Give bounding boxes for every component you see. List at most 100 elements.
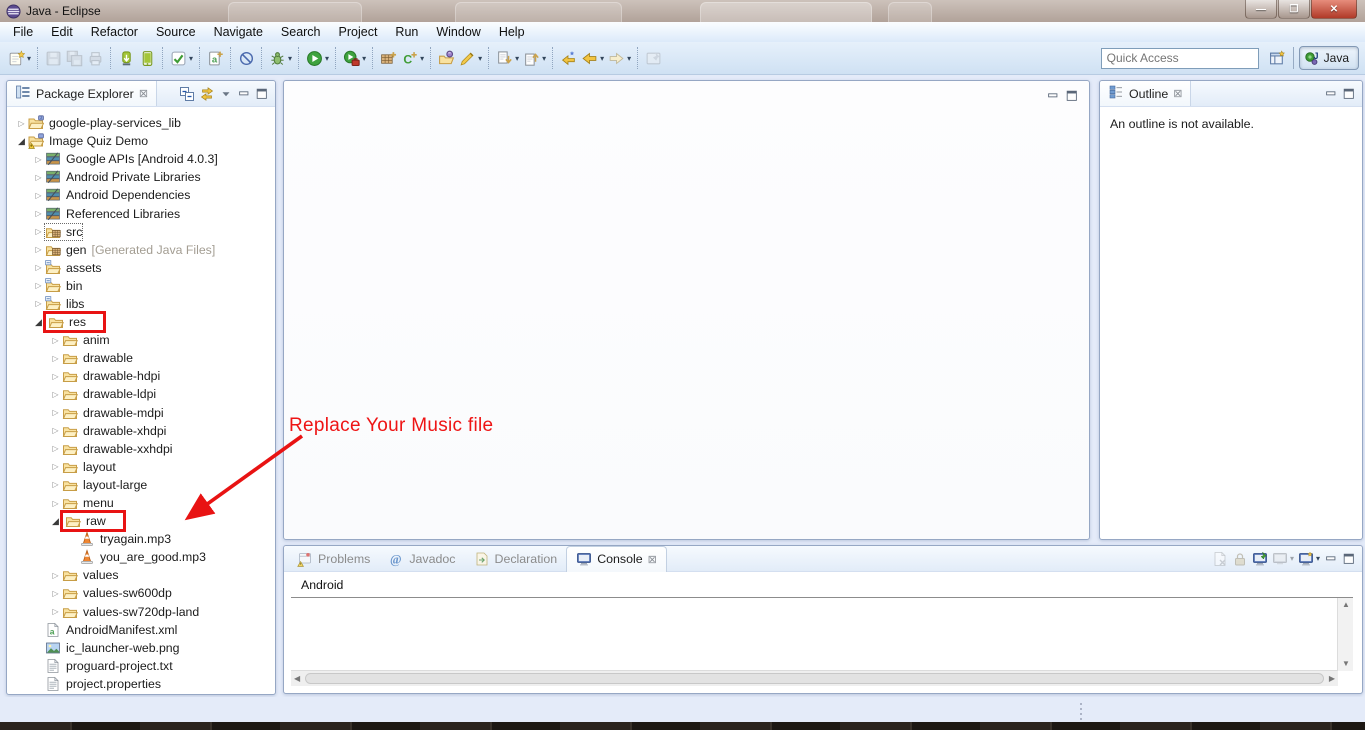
last-edit-location-button[interactable] [558,48,579,69]
back-button[interactable]: ▾ [579,48,606,69]
clear-console-button[interactable] [1212,551,1228,567]
dropdown-arrow-icon[interactable]: ▾ [325,54,329,63]
android-virtual-device-manager-button[interactable] [137,48,158,69]
tree-item-ic-launcher-web-png[interactable]: ic_launcher-web.png [7,639,275,657]
expand-icon[interactable]: ▷ [32,155,45,164]
menu-file[interactable]: File [4,23,42,41]
maximize-button[interactable] [1065,89,1079,103]
tree-item-android-dependencies[interactable]: ▷Android Dependencies [7,186,275,204]
tree-item-values[interactable]: ▷values [7,566,275,584]
tree-item-layout-large[interactable]: ▷layout-large [7,476,275,494]
scroll-right-icon[interactable]: ▶ [1329,675,1335,683]
menu-refactor[interactable]: Refactor [82,23,147,41]
dropdown-arrow-icon[interactable]: ▾ [627,54,631,63]
minimize-button[interactable] [237,87,251,101]
tree-item-google-apis-android-4-0-3-[interactable]: ▷Google APIs [Android 4.0.3] [7,150,275,168]
save-button[interactable] [43,48,64,69]
display-console-button[interactable]: ▾ [1272,551,1294,567]
tree-item-values-sw600dp[interactable]: ▷values-sw600dp [7,584,275,602]
quick-access-input[interactable] [1101,48,1259,69]
expand-icon[interactable]: ▷ [49,390,62,399]
tab-package-explorer[interactable]: Package Explorer ⊠ [7,81,157,106]
tree-item-project-properties[interactable]: project.properties [7,675,275,693]
tree-item-drawable-xxhdpi[interactable]: ▷drawable-xxhdpi [7,440,275,458]
tree-item-google-play-services-lib[interactable]: ▷Jgoogle-play-services_lib [7,114,275,132]
view-menu-button[interactable] [219,87,233,101]
menu-project[interactable]: Project [330,23,387,41]
dropdown-arrow-icon[interactable]: ▾ [478,54,482,63]
print-button[interactable] [85,48,106,69]
expand-icon[interactable]: ▷ [32,209,45,218]
expand-icon[interactable]: ▷ [49,426,62,435]
tree-item-drawable-ldpi[interactable]: ▷drawable-ldpi [7,385,275,403]
forward-button[interactable]: ▾ [606,48,633,69]
expand-icon[interactable]: ▷ [32,263,45,272]
new-android-app-button[interactable]: a [205,48,226,69]
tree-item-src[interactable]: ▷src [7,223,275,241]
tree-item-referenced-libraries[interactable]: ▷Referenced Libraries [7,204,275,222]
tree-item-anim[interactable]: ▷anim [7,331,275,349]
statusbar-drag-handle[interactable] [1080,703,1082,720]
android-sdk-manager-button[interactable] [116,48,137,69]
lint-button[interactable]: ▾ [168,48,195,69]
menu-window[interactable]: Window [427,23,489,41]
expand-icon[interactable]: ▷ [32,227,45,236]
expand-icon[interactable]: ▷ [49,480,62,489]
expand-icon[interactable]: ▷ [32,281,45,290]
editor-area[interactable] [283,80,1090,540]
maximize-button[interactable] [255,87,269,101]
open-perspective-button[interactable] [1267,48,1288,69]
tree-item-tryagain-mp3[interactable]: tryagain.mp3 [7,530,275,548]
tree-item-menu[interactable]: ▷menu [7,494,275,512]
dropdown-arrow-icon[interactable]: ▾ [1316,554,1320,563]
horizontal-scrollbar[interactable]: ◀ ▶ [291,670,1338,686]
tree-item-raw[interactable]: ◢raw [7,512,275,530]
minimize-button[interactable] [1324,552,1338,566]
expand-icon[interactable]: ▷ [49,408,62,417]
tab-javadoc[interactable]: @Javadoc [379,547,464,571]
tree-item-bin[interactable]: ▷bin [7,277,275,295]
new-java-project-button[interactable] [378,48,399,69]
close-icon[interactable]: ⊠ [139,87,148,100]
expand-icon[interactable]: ▷ [49,499,62,508]
expand-icon[interactable]: ▷ [32,245,45,254]
tree-item-res[interactable]: ◢res [7,313,275,331]
dropdown-arrow-icon[interactable]: ▾ [542,54,546,63]
scroll-lock-button[interactable] [1232,551,1248,567]
open-type-button[interactable] [436,48,457,69]
menu-run[interactable]: Run [386,23,427,41]
dropdown-arrow-icon[interactable]: ▾ [600,54,604,63]
ddms-capture-button[interactable] [236,48,257,69]
tab-problems[interactable]: Problems [288,547,379,571]
console-output[interactable]: ▲ ▼ ◀ ▶ [291,598,1353,686]
tree-item-image-quiz-demo[interactable]: ◢Image Quiz Demo [7,132,275,150]
next-annotation-button[interactable]: ▾ [494,48,521,69]
expand-icon[interactable]: ▷ [49,354,62,363]
java-perspective-button[interactable]: J Java [1299,46,1359,70]
dropdown-arrow-icon[interactable]: ▾ [1290,554,1294,563]
tree-item-drawable-mdpi[interactable]: ▷drawable-mdpi [7,404,275,422]
tree-item-you-are-good-mp3[interactable]: you_are_good.mp3 [7,548,275,566]
tree-item-layout[interactable]: ▷layout [7,458,275,476]
maximize-button[interactable] [1342,87,1356,101]
debug-button[interactable]: ▾ [267,48,294,69]
tree-item-android-private-libraries[interactable]: ▷Android Private Libraries [7,168,275,186]
close-window-button[interactable]: ✕ [1311,0,1357,19]
expand-icon[interactable]: ▷ [49,571,62,580]
new-java-class-button[interactable]: C▾ [399,48,426,69]
expand-icon[interactable]: ▷ [32,173,45,182]
expand-icon[interactable]: ▷ [15,119,28,128]
new-wizard-button[interactable]: ▾ [6,48,33,69]
close-icon[interactable]: ⊠ [648,553,657,566]
menu-edit[interactable]: Edit [42,23,82,41]
scrollbar-thumb[interactable] [305,673,1324,684]
pin-editor-button[interactable] [643,48,664,69]
dropdown-arrow-icon[interactable]: ▾ [189,54,193,63]
scroll-down-icon[interactable]: ▼ [1342,660,1350,668]
minimize-window-button[interactable]: — [1245,0,1277,19]
minimize-button[interactable] [1046,89,1060,103]
tree-item-drawable[interactable]: ▷drawable [7,349,275,367]
scroll-up-icon[interactable]: ▲ [1342,601,1350,609]
dropdown-arrow-icon[interactable]: ▾ [515,54,519,63]
dropdown-arrow-icon[interactable]: ▾ [288,54,292,63]
